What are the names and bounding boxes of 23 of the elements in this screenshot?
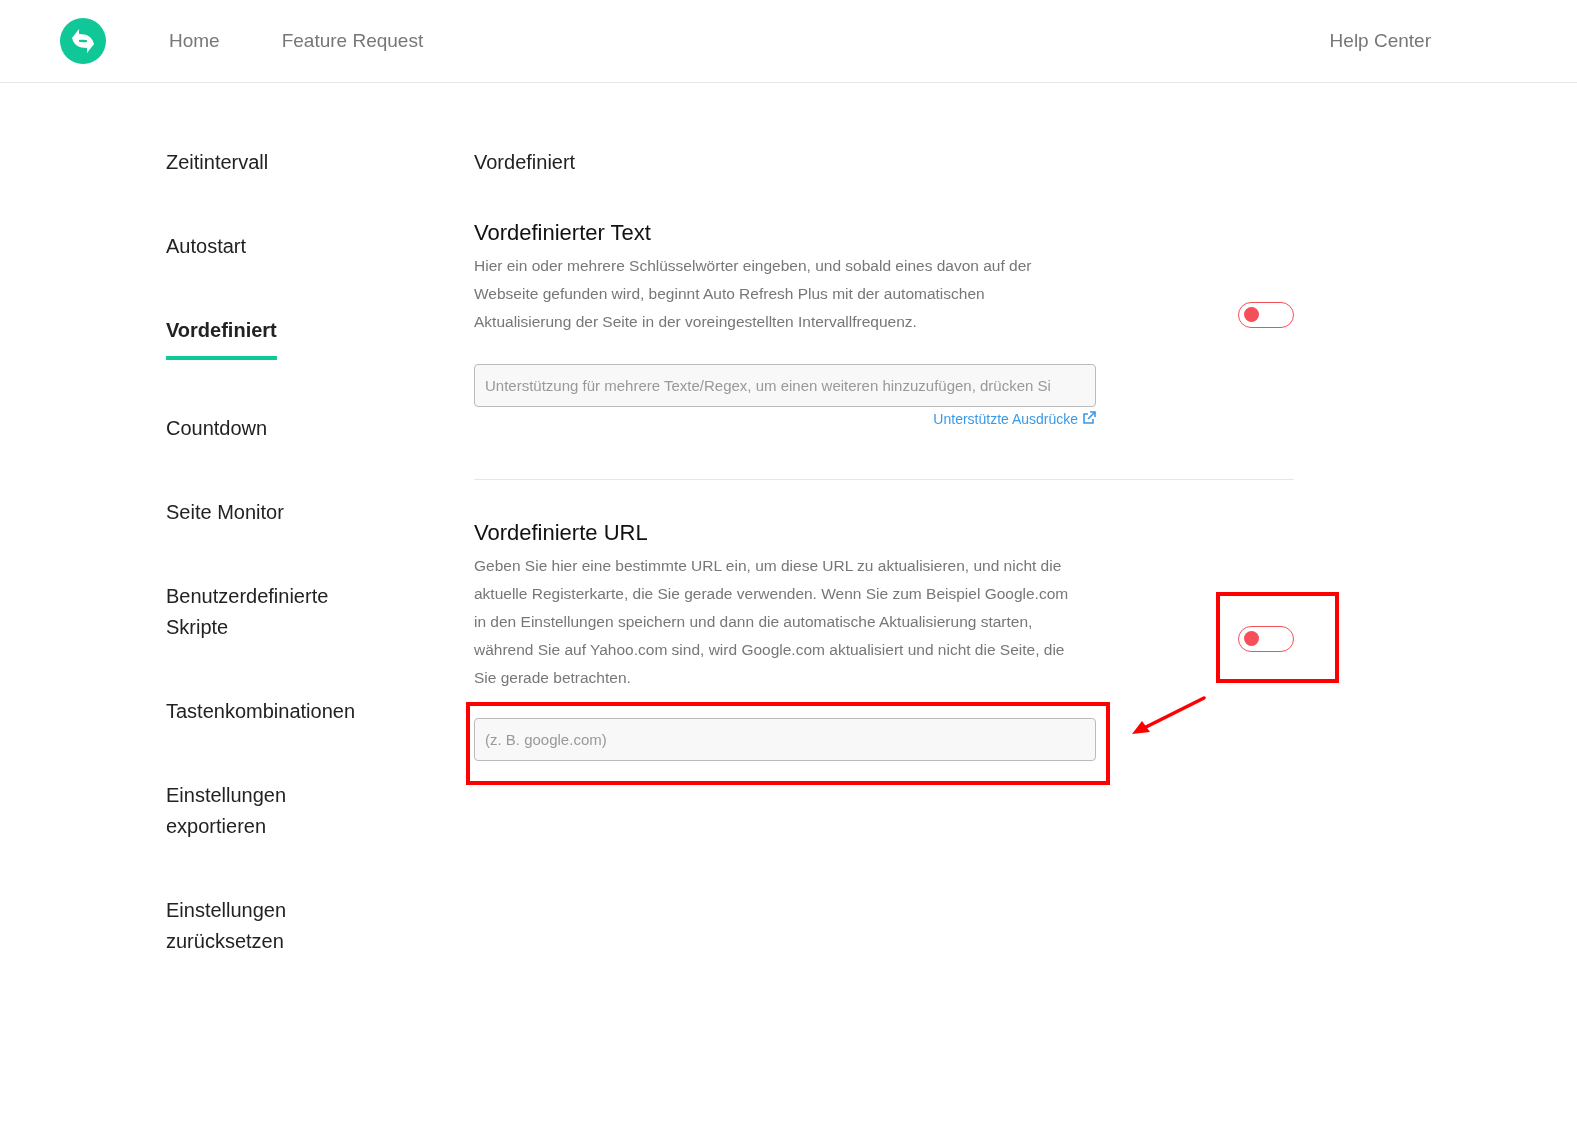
external-link-icon xyxy=(1082,411,1096,425)
sidebar-item[interactable]: Autostart xyxy=(166,231,247,262)
url-input-field[interactable]: (z. B. google.com) xyxy=(474,718,1096,761)
sidebar-item[interactable]: Countdown xyxy=(166,413,268,444)
nav-link[interactable]: Home xyxy=(169,30,220,52)
section-title: Vordefinierter Text xyxy=(474,220,652,246)
sidebar-item[interactable]: Zeitintervall xyxy=(166,147,269,178)
nav-link[interactable]: Feature Request xyxy=(281,30,424,52)
text-input-field[interactable]: Unterstützung für mehrere Texte/Regex, um einen weiteren hinzuzufügen, drücken Si xyxy=(474,364,1096,407)
section-title: Vordefinierte URL xyxy=(474,520,649,546)
toggle-switch[interactable] xyxy=(1238,301,1294,328)
sidebar-item[interactable]: Einstellungen exportieren xyxy=(166,780,356,842)
sidebar-item[interactable]: Seite Monitor xyxy=(166,497,284,528)
help-center-link[interactable]: Help Center xyxy=(1329,30,1431,52)
section-description: Hier ein oder mehrere Schlüsselwörter eingeben, und sobald eines davon auf der Webseite gefunden wird, beginnt Auto Refresh Plus mit der automatischen Aktualisierung der Seite in der voreingestellten Intervallfrequenz. xyxy=(474,256,1033,332)
sidebar-item[interactable]: Vordefiniert xyxy=(166,315,277,360)
sidebar-item[interactable]: Tastenkombinationen xyxy=(166,696,355,727)
sidebar-item[interactable]: Einstellungen zurücksetzen xyxy=(166,895,356,957)
section-description: Geben Sie hier eine bestimmte URL ein, um diese URL zu aktualisieren, und nicht die aktuelle Registerkarte, die Sie gerade verwenden. Wenn Sie zum Beispiel Google.com in den Einstellungen speichern und dann die automatische Aktualisierung starten, während Sie auf Yahoo.com sind, wird Google.com aktualisiert und nicht die Seite, die Sie gerade betrachten. xyxy=(474,556,1070,688)
sidebar-item[interactable]: Benutzerdefinierte Skripte xyxy=(166,581,356,643)
logo-icon[interactable] xyxy=(60,18,106,64)
page-title: Vordefiniert xyxy=(474,151,577,174)
toggle-switch[interactable] xyxy=(1238,626,1294,652)
